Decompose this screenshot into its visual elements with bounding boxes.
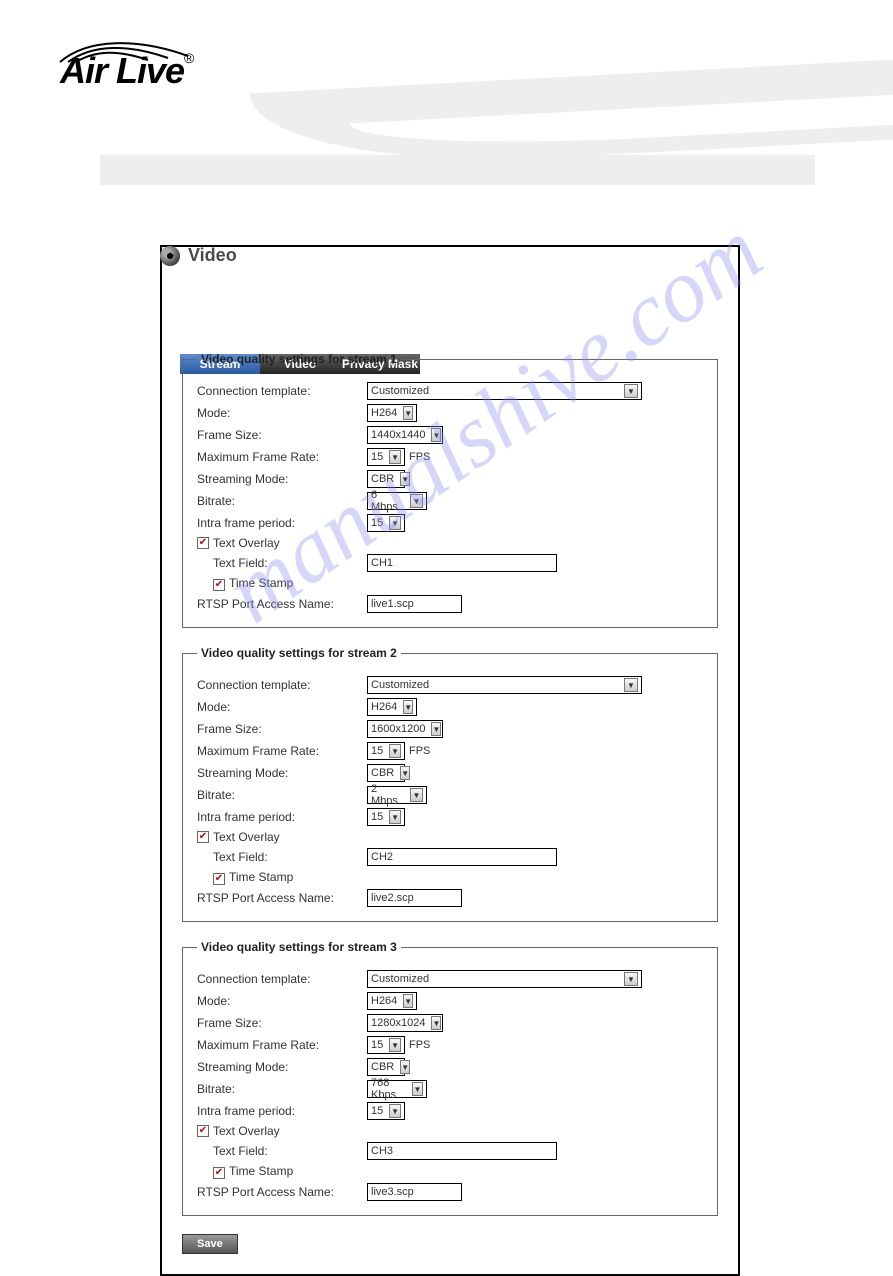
stream2-conn-tpl-select[interactable]: Customized▼ [367,676,642,694]
chevron-down-icon: ▼ [400,472,410,486]
stream2-maxfr-select[interactable]: 15▼ [367,742,405,760]
stream-3-legend: Video quality settings for stream 3 [197,940,401,954]
stream3-smode-select[interactable]: CBR▼ [367,1058,405,1076]
stream3-conn-tpl-select[interactable]: Customized▼ [367,970,642,988]
stream3-textfield-input[interactable]: CH3 [367,1142,557,1160]
chevron-down-icon: ▼ [389,1038,401,1052]
stream2-framesize-select[interactable]: 1600x1200▼ [367,720,443,738]
save-button[interactable]: Save [182,1234,238,1254]
stream1-conn-tpl-select[interactable]: Customized▼ [367,382,642,400]
chevron-down-icon: ▼ [624,678,638,692]
label-text-overlay: Text Overlay [213,536,280,550]
chevron-down-icon: ▼ [431,428,441,442]
stream-1-fieldset: Video quality settings for stream 1 Conn… [182,352,718,628]
chevron-down-icon: ▼ [624,972,638,986]
label-bitrate: Bitrate: [197,494,367,508]
chevron-down-icon: ▼ [624,384,638,398]
fps-suffix: FPS [409,451,430,463]
stream2-timestamp-checkbox[interactable]: ✔ [213,873,225,885]
brand-logo: Air Live® [60,50,194,92]
chevron-down-icon: ▼ [389,1104,401,1118]
chevron-down-icon: ▼ [389,450,401,464]
stream2-textfield-input[interactable]: CH2 [367,848,557,866]
chevron-down-icon: ▼ [389,810,401,824]
label-streaming-mode: Streaming Mode: [197,472,367,486]
chevron-down-icon: ▼ [410,494,423,508]
stream2-intra-select[interactable]: 15▼ [367,808,405,826]
chevron-down-icon: ▼ [400,766,410,780]
label-mode: Mode: [197,406,367,420]
chevron-down-icon: ▼ [389,516,401,530]
stream1-bitrate-select[interactable]: 6 Mbps▼ [367,492,427,510]
chevron-down-icon: ▼ [403,994,413,1008]
stream-2-fieldset: Video quality settings for stream 2 Conn… [182,646,718,922]
stream2-bitrate-select[interactable]: 2 Mbps▼ [367,786,427,804]
stream2-text-overlay-checkbox[interactable]: ✔ [197,831,209,843]
stream1-mode-select[interactable]: H264▼ [367,404,417,422]
stream3-timestamp-checkbox[interactable]: ✔ [213,1167,225,1179]
page-title: Video [188,245,237,266]
settings-panel: Stream Video Privacy Mask Video quality … [160,245,740,1276]
stream3-maxfr-select[interactable]: 15▼ [367,1036,405,1054]
stream2-rtsp-input[interactable]: live2.scp [367,889,462,907]
label-rtsp: RTSP Port Access Name: [197,597,367,611]
stream2-smode-select[interactable]: CBR▼ [367,764,405,782]
stream1-text-overlay-checkbox[interactable]: ✔ [197,537,209,549]
label-frame-size: Frame Size: [197,428,367,442]
video-page-icon [160,246,180,266]
stream1-textfield-input[interactable]: CH1 [367,554,557,572]
stream-2-legend: Video quality settings for stream 2 [197,646,401,660]
label-max-fr: Maximum Frame Rate: [197,450,367,464]
stream1-rtsp-input[interactable]: live1.scp [367,595,462,613]
stream1-intra-select[interactable]: 15▼ [367,514,405,532]
stream1-smode-select[interactable]: CBR▼ [367,470,405,488]
stream-1-legend: Video quality settings for stream 1 [197,352,401,366]
chevron-down-icon: ▼ [412,1082,423,1096]
stream-3-fieldset: Video quality settings for stream 3 Conn… [182,940,718,1216]
banner-bar [100,155,815,185]
stream1-timestamp-checkbox[interactable]: ✔ [213,579,225,591]
chevron-down-icon: ▼ [403,700,413,714]
stream1-framesize-select[interactable]: 1440x1440▼ [367,426,443,444]
chevron-down-icon: ▼ [431,1016,441,1030]
stream2-mode-select[interactable]: H264▼ [367,698,417,716]
chevron-down-icon: ▼ [400,1060,410,1074]
label-time-stamp: Time Stamp [229,576,293,590]
label-intra: Intra frame period: [197,516,367,530]
label-conn-tpl: Connection template: [197,384,367,398]
chevron-down-icon: ▼ [403,406,413,420]
stream3-bitrate-select[interactable]: 768 Kbps▼ [367,1080,427,1098]
stream3-framesize-select[interactable]: 1280x1024▼ [367,1014,443,1032]
stream3-mode-select[interactable]: H264▼ [367,992,417,1010]
label-text-field: Text Field: [197,556,367,570]
stream3-rtsp-input[interactable]: live3.scp [367,1183,462,1201]
stream3-intra-select[interactable]: 15▼ [367,1102,405,1120]
chevron-down-icon: ▼ [389,744,401,758]
stream1-maxfr-select[interactable]: 15▼ [367,448,405,466]
stream3-text-overlay-checkbox[interactable]: ✔ [197,1125,209,1137]
chevron-down-icon: ▼ [410,788,423,802]
chevron-down-icon: ▼ [431,722,441,736]
